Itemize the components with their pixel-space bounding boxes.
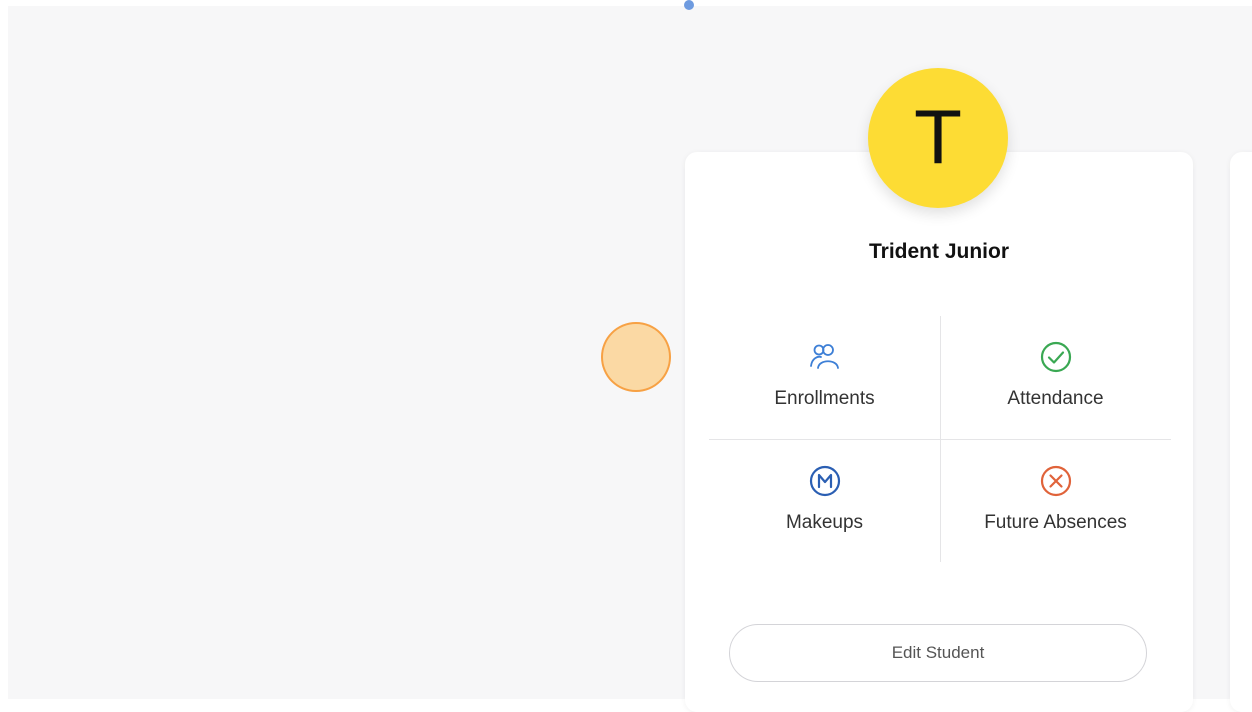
student-name: Trident Junior xyxy=(868,240,1009,263)
attendance-label: Attendance xyxy=(1007,388,1104,409)
next-student-card[interactable] xyxy=(1230,152,1252,712)
scroll-indicator xyxy=(684,0,694,10)
people-icon xyxy=(808,340,842,374)
check-circle-icon xyxy=(1039,340,1073,374)
enrollments-label: Enrollments xyxy=(774,388,875,409)
makeups-label: Makeups xyxy=(785,512,864,533)
attendance-button[interactable]: Attendance xyxy=(940,316,1171,439)
enrollments-button[interactable]: Enrollments xyxy=(709,316,940,439)
action-grid: Enrollments Attendance Makeups Future Ab… xyxy=(709,316,1171,562)
avatar-initial: T xyxy=(916,96,960,180)
future-absences-label: Future Absences xyxy=(984,512,1127,533)
edit-student-button[interactable]: Edit Student xyxy=(729,624,1147,682)
click-indicator xyxy=(601,322,671,392)
makeup-m-icon xyxy=(808,464,842,498)
makeups-button[interactable]: Makeups xyxy=(709,440,940,563)
x-circle-icon xyxy=(1039,464,1073,498)
avatar: T xyxy=(868,68,1008,208)
future-absences-button[interactable]: Future Absences xyxy=(940,440,1171,563)
